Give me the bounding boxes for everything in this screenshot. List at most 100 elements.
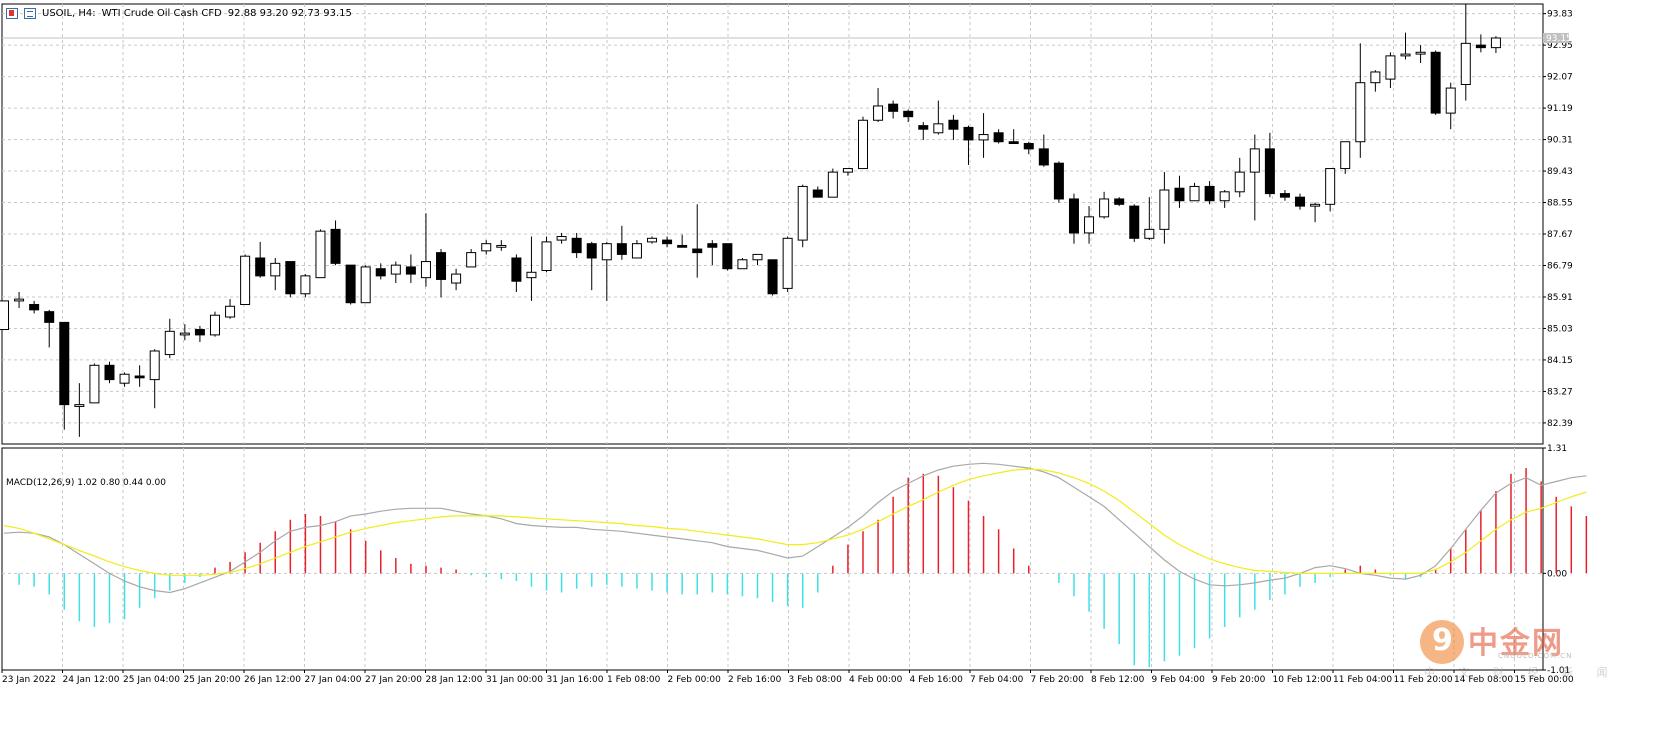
candle-body (631, 243, 642, 259)
candle-body (511, 257, 522, 282)
candle-body (420, 261, 431, 279)
candle-body (209, 314, 220, 336)
candle-body (1159, 189, 1170, 230)
candle-body (978, 134, 989, 141)
current-price-label: 93.15 (1546, 34, 1572, 44)
chart-area[interactable]: 93.83 92.95 92.07 91.19 90.31 89.43 88.55 87.67… (0, 0, 1657, 726)
candle-body (767, 259, 778, 295)
candle-body (888, 103, 899, 112)
candle-body (1219, 191, 1230, 202)
candle-body (1174, 187, 1185, 202)
time-axis-label: 26 Jan 12:00 (244, 675, 301, 685)
candle-body (797, 185, 808, 241)
candle-body (1264, 148, 1275, 195)
watermark-logo: 中金网 CNGOLD.COM.CN 中 文 财 经 新 闻 (1420, 618, 1650, 679)
price-axis-label: 93.83 (1547, 10, 1573, 20)
candle-body (1400, 53, 1411, 57)
candle-body (903, 110, 914, 118)
candle-body (616, 243, 627, 255)
candle-body (149, 350, 160, 381)
candle-body (451, 273, 462, 284)
candle-body (601, 243, 612, 261)
price-chart-svg[interactable]: 93.8392.9592.0791.1990.3189.4388.5587.67… (0, 0, 1657, 726)
time-axis-label: 3 Feb 08:00 (789, 675, 843, 685)
candle-body (662, 239, 673, 245)
price-axis-label: 89.43 (1547, 167, 1573, 177)
chart-header: USOIL, H4: WTI Crude Oil Cash CFD 92.88 … (6, 8, 358, 19)
candle-body (104, 364, 115, 381)
ohlc-values: 92.88 93.20 92.73 93.15 (227, 8, 352, 19)
candle-body (541, 241, 552, 272)
chart-window-icon[interactable] (6, 8, 18, 19)
candle-body (647, 237, 658, 243)
candle-body (918, 125, 929, 130)
price-axis-label: 85.03 (1547, 324, 1573, 334)
time-axis-label: 25 Jan 04:00 (123, 675, 180, 685)
candle-body (1068, 198, 1079, 234)
candle-body (752, 253, 763, 261)
time-axis-label: 24 Jan 12:00 (63, 675, 120, 685)
candle-body (345, 264, 356, 304)
logo-icon (1420, 620, 1464, 664)
candle-body (1310, 203, 1321, 207)
candle-body (1445, 87, 1456, 114)
candle-body (857, 119, 868, 170)
candle-body (1204, 185, 1215, 202)
candle-body (59, 321, 70, 406)
price-axis-label: 92.07 (1547, 73, 1573, 83)
candle-body (1415, 51, 1426, 55)
candle-body (1249, 148, 1260, 173)
candle-body (812, 189, 823, 198)
candle-body (405, 266, 416, 275)
candle-body (14, 298, 25, 302)
time-axis-label: 28 Jan 12:00 (426, 675, 483, 685)
candle-body (963, 126, 974, 141)
candle-body (1355, 82, 1366, 143)
time-axis-label: 27 Jan 04:00 (305, 675, 362, 685)
candle-body (481, 243, 492, 252)
candle-body (29, 303, 40, 311)
time-axis-label: 11 Feb 04:00 (1333, 675, 1392, 685)
price-axis-label: 85.91 (1547, 293, 1573, 303)
candle-body (255, 257, 266, 277)
candle-body (74, 404, 85, 407)
trade-window-icon[interactable] (24, 8, 36, 19)
candle-body (44, 311, 55, 323)
candle-body (1475, 44, 1486, 49)
watermark-tagline: 中 文 财 经 新 闻 (1424, 666, 1618, 679)
price-axis-label: 86.79 (1547, 261, 1573, 271)
time-axis-label: 4 Feb 00:00 (849, 675, 903, 685)
candle-body (842, 168, 853, 173)
time-axis-label: 27 Jan 20:00 (365, 675, 422, 685)
symbol-label: USOIL, H4: (42, 8, 96, 19)
candle-body (737, 259, 748, 270)
time-axis-label: 31 Jan 16:00 (547, 675, 604, 685)
candle-body (586, 243, 597, 259)
candle-body (270, 262, 281, 277)
candle-body (1038, 148, 1049, 166)
time-axis-label: 9 Feb 04:00 (1152, 675, 1206, 685)
candle-body (1325, 168, 1336, 205)
candle-body (285, 261, 296, 295)
candle-body (1008, 141, 1019, 145)
macd-panel-frame (1, 447, 1544, 671)
candle-body (194, 329, 205, 336)
candle-body (300, 275, 311, 295)
price-axis-label: 82.39 (1547, 419, 1573, 429)
candle-body (1340, 141, 1351, 170)
candle-body (89, 364, 100, 404)
candle-body (330, 228, 341, 264)
time-axis-label: 9 Feb 20:00 (1212, 675, 1266, 685)
price-axis-label: 90.31 (1547, 136, 1573, 146)
candle-body (1460, 42, 1471, 85)
candle-body (240, 255, 251, 305)
candle-body (496, 244, 507, 248)
candle-body (1279, 193, 1290, 198)
candle-body (1084, 216, 1095, 234)
time-axis-label: 7 Feb 04:00 (970, 675, 1024, 685)
candle-body (1370, 71, 1381, 84)
time-axis-label: 25 Jan 20:00 (184, 675, 241, 685)
candle-body (526, 271, 537, 279)
candle-body (164, 330, 175, 356)
time-axis-label: 8 Feb 12:00 (1091, 675, 1145, 685)
